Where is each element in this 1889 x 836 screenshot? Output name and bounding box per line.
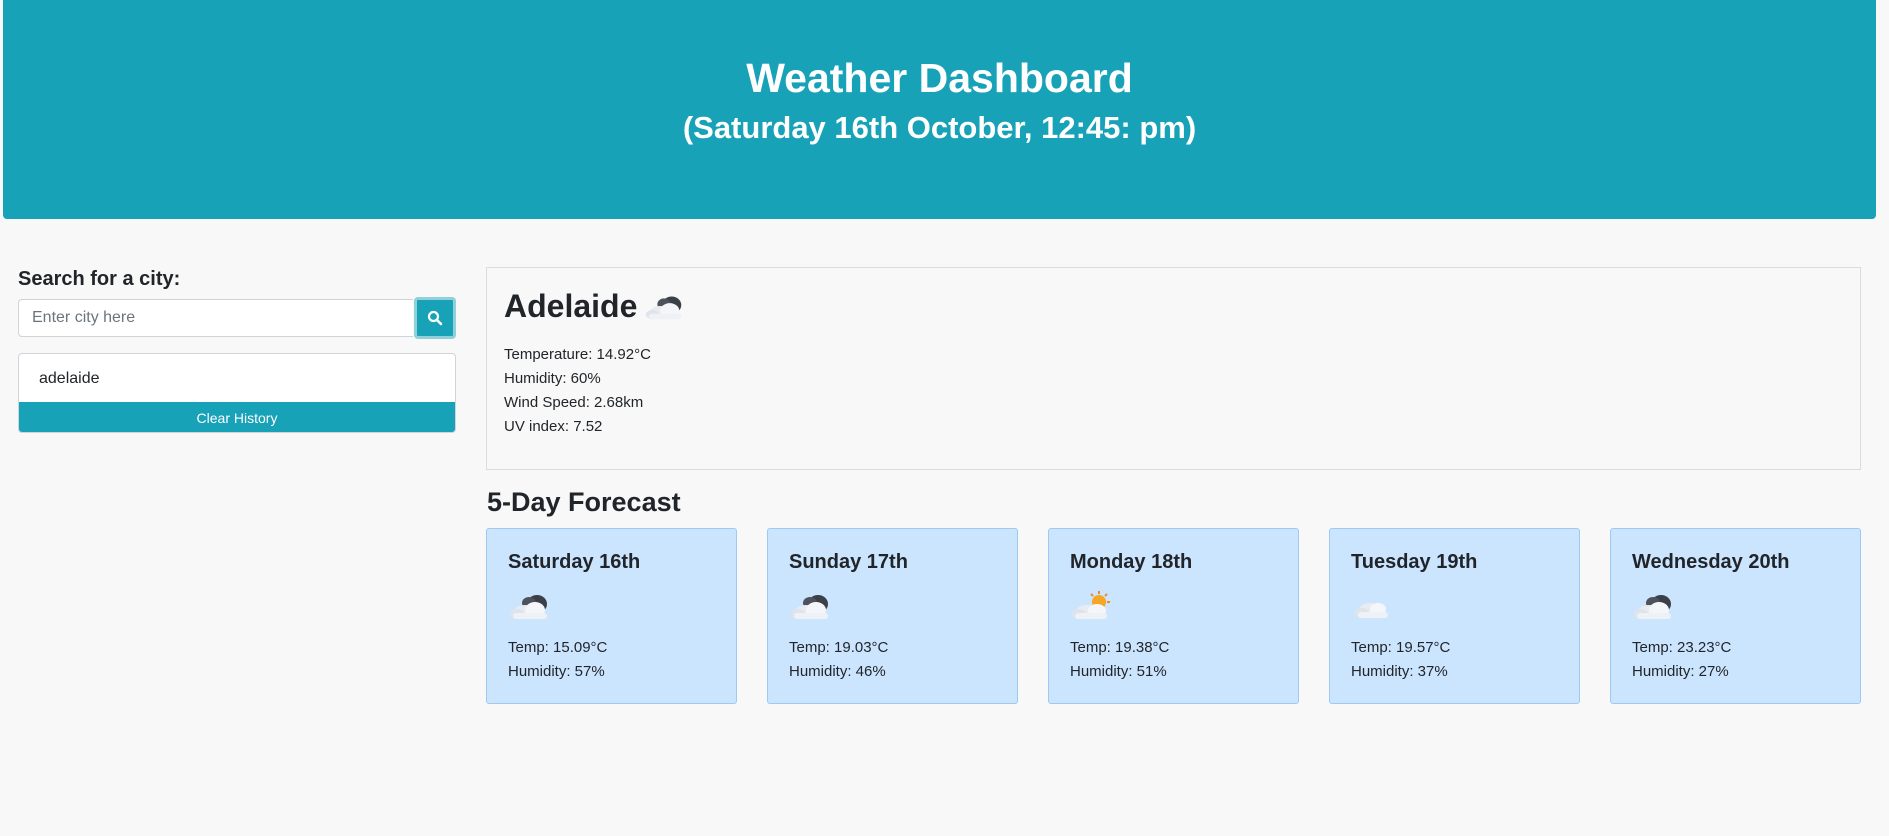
search-history: adelaide Clear History (18, 353, 456, 433)
forecast-day: Saturday 16th (508, 551, 641, 573)
forecast-card: Wednesday 20th Temp: 23.23°C Humidity: 2… (1610, 528, 1861, 704)
search-button[interactable] (414, 297, 456, 339)
page-title: Weather Dashboard (746, 55, 1133, 101)
current-city: Adelaide (504, 288, 687, 325)
forecast-temp: Temp: 15.09°C (508, 639, 608, 656)
forecast-temp: Temp: 19.03°C (789, 639, 889, 656)
clear-history-button[interactable]: Clear History (19, 402, 455, 432)
forecast-day: Sunday 17th (789, 551, 908, 573)
forecast-temp: Temp: 23.23°C (1632, 639, 1732, 656)
forecast-humidity: Humidity: 51% (1070, 663, 1167, 680)
current-datetime: (Saturday 16th October, 12:45: pm) (682, 110, 1197, 145)
search-label: Search for a city: (18, 268, 181, 290)
city-search-input[interactable] (18, 299, 413, 337)
forecast-title: 5-Day Forecast (487, 487, 681, 517)
current-wind-speed: Wind Speed: 2.68km (504, 394, 644, 411)
cloudy-icon (1631, 591, 1677, 621)
forecast-card: Sunday 17th Temp: 19.03°C Humidity: 46% (767, 528, 1018, 704)
cloudy-icon (643, 292, 687, 322)
forecast-humidity: Humidity: 46% (789, 663, 886, 680)
forecast-temp: Temp: 19.57°C (1351, 639, 1451, 656)
forecast-humidity: Humidity: 37% (1351, 663, 1448, 680)
forecast-card: Tuesday 19th Temp: 19.57°C Humidity: 37% (1329, 528, 1580, 704)
city-name: Adelaide (504, 288, 638, 324)
forecast-card: Monday 18th Temp: 19.38°C Humidity: 51% (1048, 528, 1299, 704)
forecast-card: Saturday 16th Temp: 15.09°C Humidity: 57… (486, 528, 737, 704)
forecast-day: Wednesday 20th (1632, 551, 1790, 573)
cloudy-icon (788, 591, 834, 621)
forecast-day: Tuesday 19th (1351, 551, 1478, 573)
current-temperature: Temperature: 14.92°C (504, 346, 651, 363)
current-humidity: Humidity: 60% (504, 370, 601, 387)
search-icon (427, 310, 443, 326)
forecast-day: Monday 18th (1070, 551, 1193, 573)
header-banner: Weather Dashboard (Saturday 16th October… (3, 0, 1876, 219)
light-cloud-icon (1350, 591, 1396, 621)
history-item[interactable]: adelaide (39, 370, 100, 388)
partly-sunny-icon (1069, 591, 1115, 621)
forecast-humidity: Humidity: 27% (1632, 663, 1729, 680)
forecast-humidity: Humidity: 57% (508, 663, 605, 680)
cloudy-icon (507, 591, 553, 621)
forecast-temp: Temp: 19.38°C (1070, 639, 1170, 656)
current-uv-index: UV index: 7.52 (504, 418, 603, 435)
current-weather-panel: Adelaide Temperature: 14.92°C Humidity: … (486, 267, 1861, 470)
